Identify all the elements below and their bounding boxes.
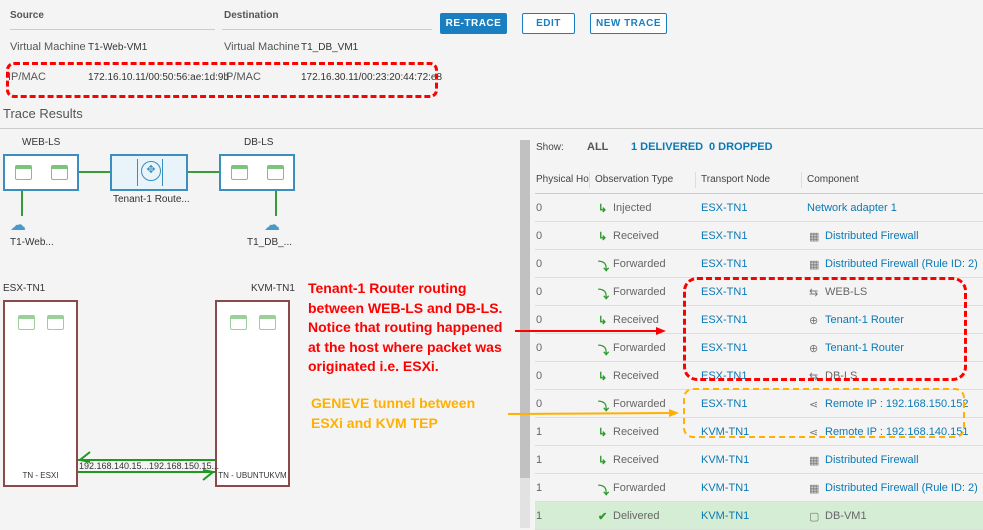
tunnel-arrow-right bbox=[202, 469, 216, 481]
annotation-arrows bbox=[77, 327, 679, 481]
orange-arrow bbox=[507, 412, 673, 415]
orange-arrowhead bbox=[669, 409, 679, 417]
tunnel-arrow-left bbox=[77, 451, 91, 463]
red-arrowhead bbox=[656, 327, 666, 335]
